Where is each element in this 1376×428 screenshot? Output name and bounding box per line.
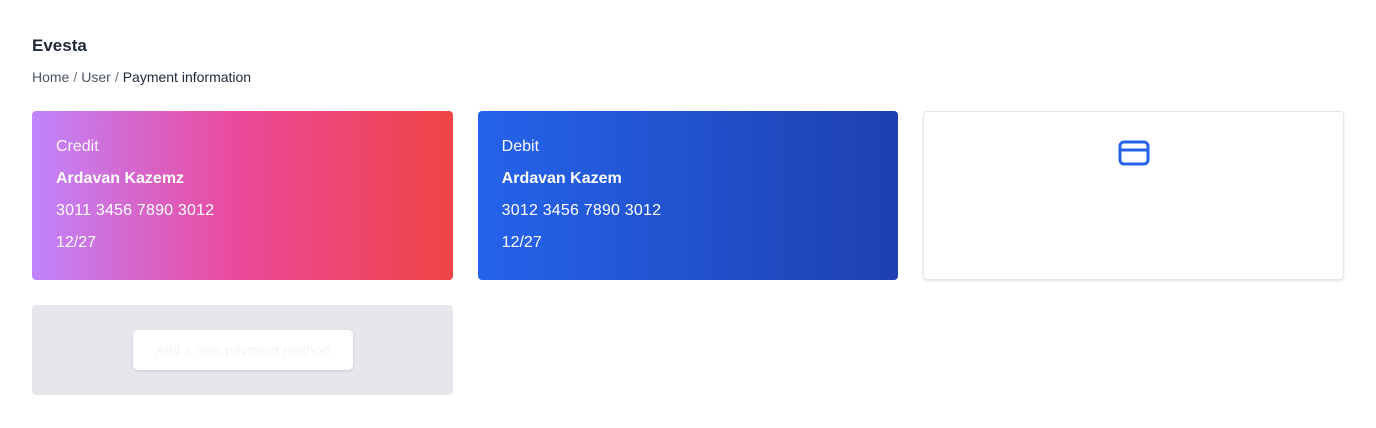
- breadcrumb-home[interactable]: Home: [32, 68, 69, 86]
- add-payment-panel: Add a new payment method: [32, 305, 453, 395]
- debit-card[interactable]: Debit Ardavan Kazem 3012 3456 7890 3012 …: [477, 111, 899, 280]
- card-number: 3011 3456 7890 3012: [56, 202, 215, 219]
- brand-title: Evesta: [32, 36, 87, 55]
- breadcrumb-separator: /: [73, 69, 78, 85]
- credit-card-icon: [1118, 140, 1150, 279]
- card-type: Credit: [56, 138, 99, 155]
- breadcrumb-user[interactable]: User: [81, 68, 111, 86]
- breadcrumb-separator: /: [114, 69, 119, 85]
- payment-cards: Credit Ardavan Kazemz 3011 3456 7890 301…: [32, 111, 1345, 280]
- empty-card-slot[interactable]: [923, 111, 1345, 280]
- card-type: Debit: [501, 138, 540, 155]
- breadcrumb-current: Payment information: [122, 69, 252, 85]
- credit-card[interactable]: Credit Ardavan Kazemz 3011 3456 7890 301…: [32, 111, 453, 280]
- add-payment-method-button[interactable]: Add a new payment method: [132, 330, 353, 370]
- card-expiry: 12/27: [501, 234, 542, 251]
- card-number: 3012 3456 7890 3012: [501, 202, 662, 219]
- card-holder: Ardavan Kazem: [501, 170, 622, 187]
- card-expiry: 12/27: [56, 234, 97, 251]
- payment-page: Evesta Home / User / Payment information…: [0, 0, 1376, 428]
- card-holder: Ardavan Kazemz: [56, 170, 185, 187]
- breadcrumb: Home / User / Payment information: [32, 68, 1344, 86]
